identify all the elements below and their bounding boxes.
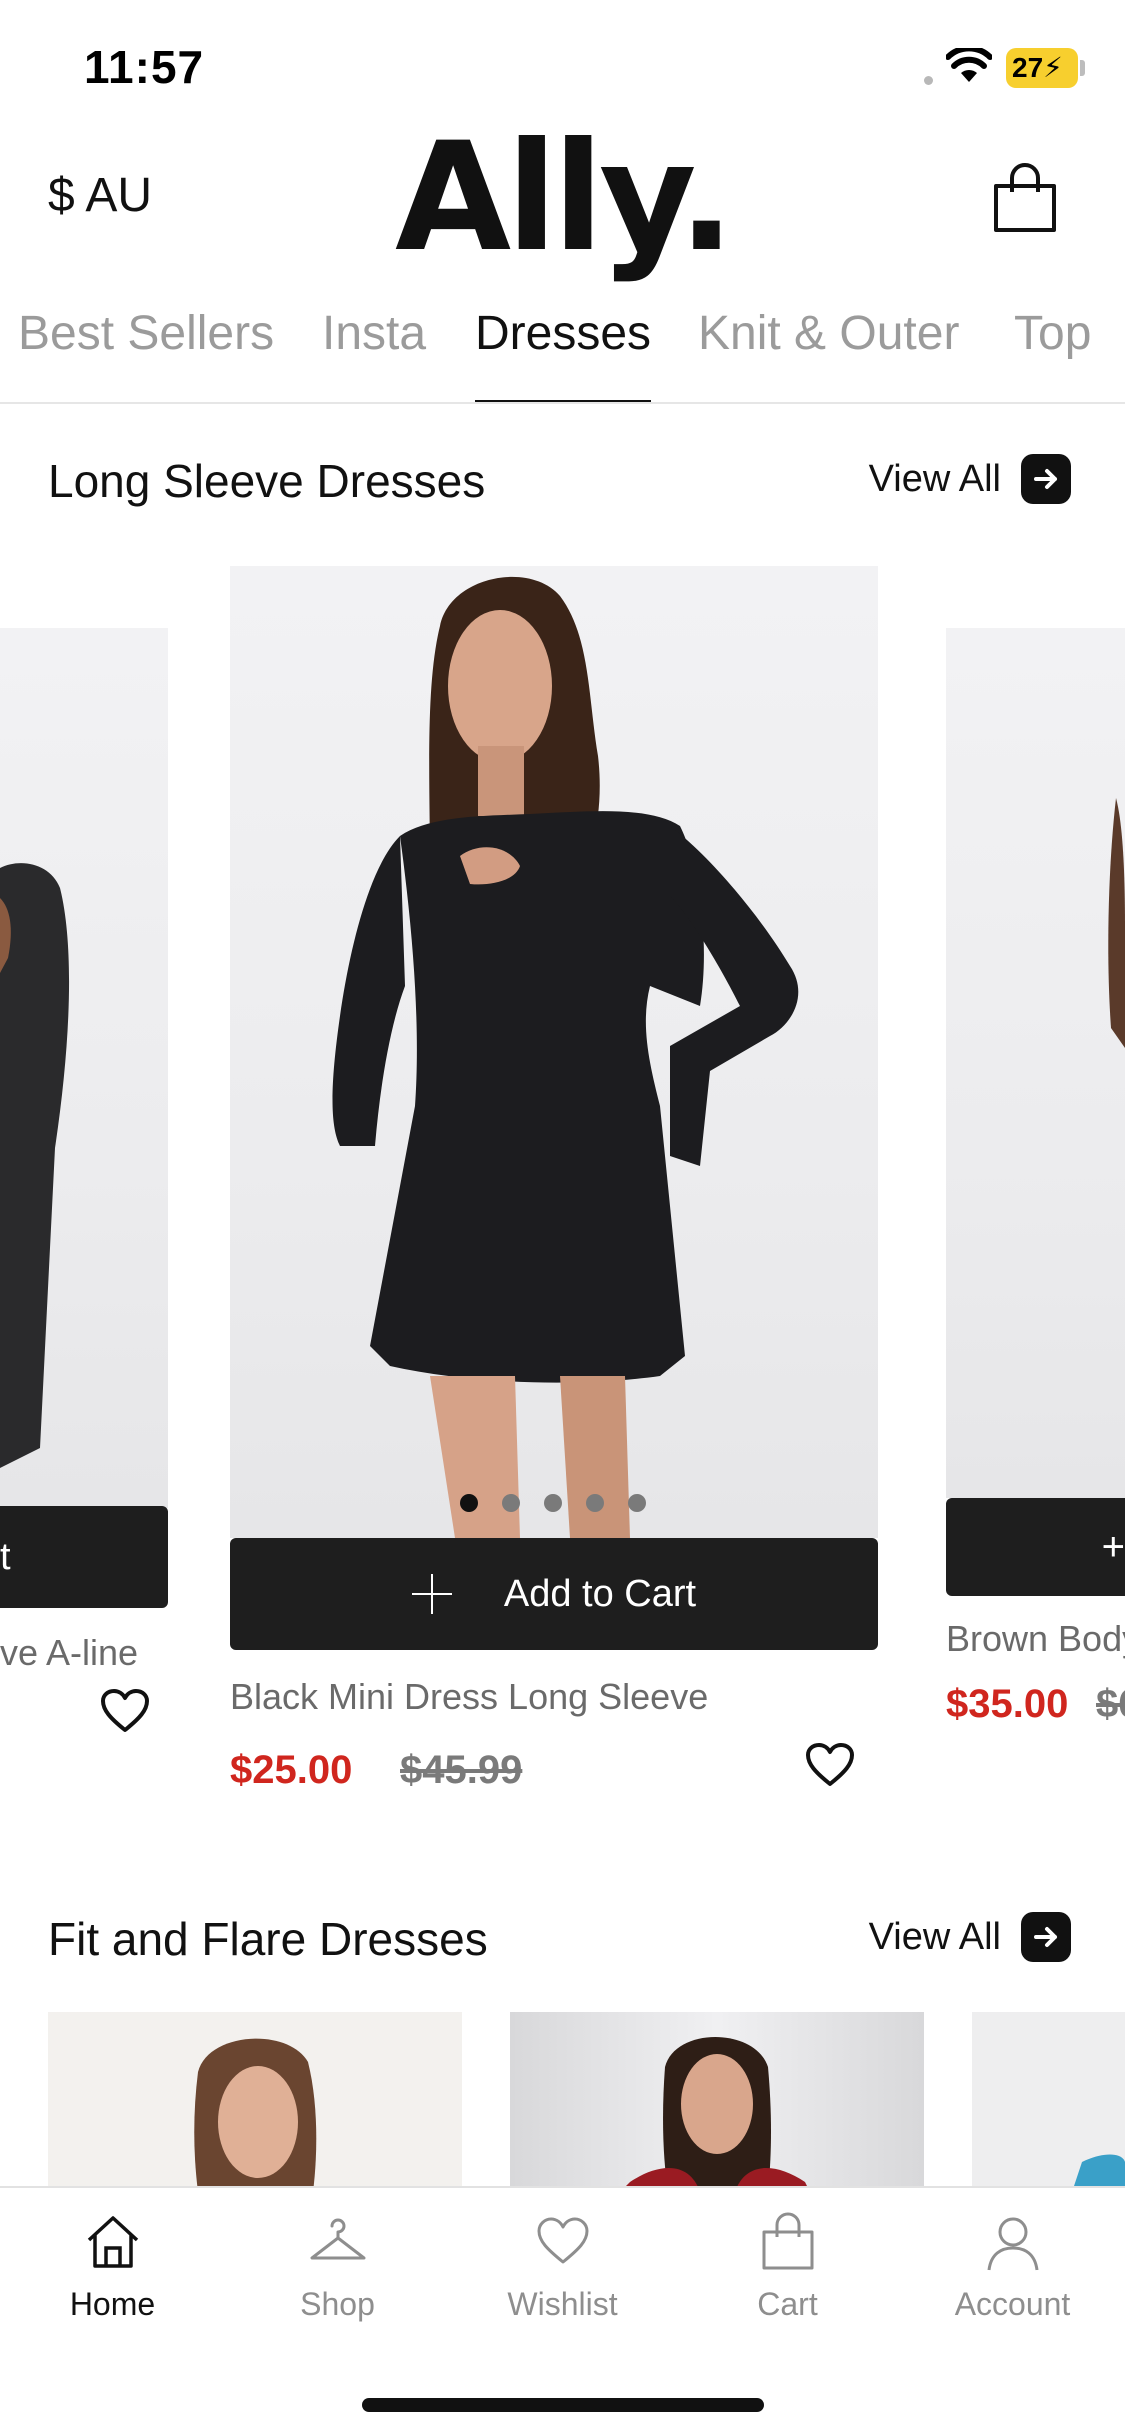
- product-image-fit-flare-2[interactable]: [510, 2012, 924, 2192]
- heart-icon: [537, 2217, 588, 2264]
- wifi-icon: [946, 48, 992, 82]
- carousel-dot[interactable]: [502, 1494, 520, 1512]
- section-title-long-sleeve: Long Sleeve Dresses: [48, 455, 486, 507]
- brand-logo[interactable]: Ally.: [0, 118, 1125, 278]
- tab-knit-outer[interactable]: Knit & Outer: [698, 306, 959, 402]
- view-all-fit-and-flare-button[interactable]: View All: [869, 1912, 1071, 1962]
- tab-cart-label: Cart: [757, 2286, 818, 2322]
- sale-price-right: $35.00: [946, 1682, 1069, 1726]
- product-name[interactable]: Black Mini Dress Long Sleeve: [230, 1676, 708, 1718]
- arrow-right-icon: [1021, 454, 1071, 504]
- tab-wishlist[interactable]: Wishlist: [450, 2212, 675, 2323]
- product-image-left[interactable]: [0, 628, 168, 1508]
- add-to-cart-button-left[interactable]: t: [0, 1506, 168, 1608]
- original-price-right: $6: [1096, 1682, 1125, 1726]
- tab-wishlist-label: Wishlist: [507, 2286, 618, 2322]
- tab-home[interactable]: Home: [0, 2212, 225, 2323]
- status-dot: [924, 76, 933, 85]
- original-price: $45.99: [400, 1748, 523, 1792]
- tab-best-sellers[interactable]: Best Sellers: [18, 306, 274, 402]
- image-carousel-dots[interactable]: [460, 1494, 646, 1512]
- add-to-cart-label: Add to Cart: [503, 1572, 697, 1615]
- tab-shop[interactable]: Shop: [225, 2212, 450, 2323]
- person-icon: [987, 2217, 1038, 2271]
- model-photo-left: [0, 863, 70, 1468]
- battery-level: 27: [1012, 52, 1044, 83]
- view-all-label: View All: [868, 1915, 1001, 1958]
- add-to-cart-label-left: t: [0, 1535, 11, 1578]
- wishlist-heart-icon[interactable]: [805, 1742, 855, 1788]
- wishlist-heart-icon[interactable]: [100, 1688, 150, 1734]
- home-indicator: [362, 2398, 764, 2412]
- model-photo-right: [1108, 798, 1125, 1048]
- tab-account[interactable]: Account: [900, 2212, 1125, 2323]
- view-all-label: View All: [868, 457, 1001, 500]
- tab-shop-label: Shop: [300, 2286, 375, 2322]
- charging-icon: ⚡: [1043, 52, 1063, 83]
- tab-tops[interactable]: Top: [1014, 306, 1091, 402]
- view-all-long-sleeve-button[interactable]: View All: [869, 454, 1071, 504]
- status-time: 11:57: [84, 41, 205, 93]
- tab-account-label: Account: [954, 2286, 1071, 2322]
- product-image-right[interactable]: [946, 628, 1125, 1498]
- home-icon: [87, 2216, 138, 2268]
- add-to-cart-button-right[interactable]: +: [946, 1498, 1125, 1596]
- section-title-fit-and-flare: Fit and Flare Dresses: [48, 1913, 488, 1965]
- battery-indicator: 27⚡: [1006, 48, 1078, 88]
- tab-home-label: Home: [69, 2286, 156, 2322]
- plus-icon: +: [1101, 1524, 1125, 1569]
- product-name-right[interactable]: Brown Bodyc: [946, 1618, 1125, 1660]
- carousel-dot[interactable]: [544, 1494, 562, 1512]
- add-to-cart-button[interactable]: Add to Cart: [230, 1538, 878, 1650]
- hanger-icon: [310, 2218, 365, 2260]
- product-image-fit-flare-3[interactable]: [972, 2012, 1125, 2192]
- sale-price: $25.00: [230, 1748, 353, 1792]
- tab-dresses[interactable]: Dresses: [475, 306, 652, 402]
- model-photo: [620, 2037, 810, 2192]
- model-photo: [1072, 2154, 1125, 2192]
- plus-icon: [411, 1574, 452, 1614]
- product-image-fit-flare-1[interactable]: [48, 2012, 462, 2192]
- product-name-left[interactable]: ve A-line: [0, 1632, 138, 1674]
- model-photo: [194, 2038, 317, 2192]
- carousel-dot[interactable]: [628, 1494, 646, 1512]
- arrow-right-icon: [1021, 1912, 1071, 1962]
- shopping-bag-icon[interactable]: [990, 162, 1060, 234]
- shopping-bag-icon: [762, 2212, 813, 2270]
- battery-cap: [1080, 60, 1085, 76]
- tab-cart[interactable]: Cart: [675, 2212, 900, 2323]
- model-photo: [332, 576, 799, 1538]
- carousel-dot[interactable]: [460, 1494, 478, 1512]
- product-image-black-mini-dress[interactable]: [230, 566, 878, 1538]
- category-tabs: Best Sellers Insta Dresses Knit & Outer …: [0, 296, 1125, 404]
- tab-insta[interactable]: Insta: [322, 306, 426, 402]
- carousel-dot[interactable]: [586, 1494, 604, 1512]
